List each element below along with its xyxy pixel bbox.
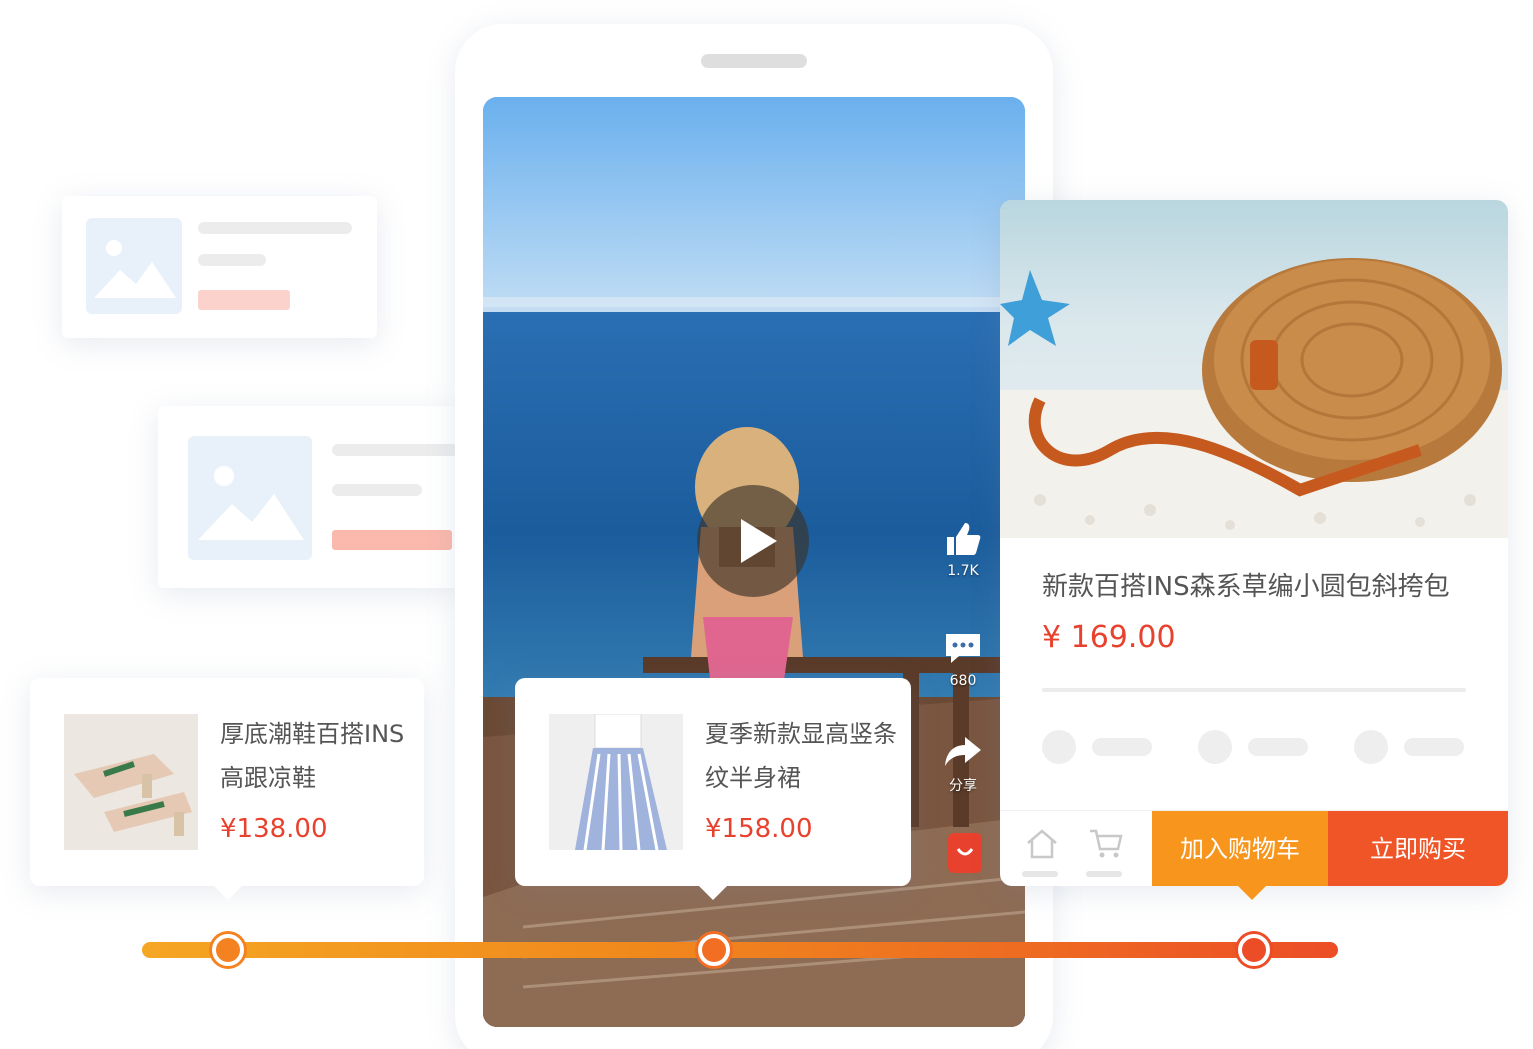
timeline-marker[interactable] <box>698 934 730 966</box>
cart-button[interactable] <box>1086 825 1126 877</box>
product-name: 夏季新款显高竖条纹半身裙 <box>705 720 897 792</box>
thumbs-up-icon <box>947 523 981 555</box>
product-price: ¥158.00 <box>705 814 813 844</box>
sandal-product-image <box>64 714 198 850</box>
shop-bag-button[interactable] <box>948 833 982 873</box>
callout-pointer <box>214 886 242 900</box>
image-placeholder-icon <box>188 436 312 560</box>
image-placeholder-icon <box>86 218 182 314</box>
placeholder-card-2 <box>158 406 458 588</box>
placeholder-line <box>198 222 352 234</box>
comment-icon <box>946 634 980 663</box>
placeholder-text <box>1404 738 1464 756</box>
placeholder-text <box>1092 738 1152 756</box>
placeholder-text <box>1248 738 1308 756</box>
video-timeline[interactable] <box>142 934 1338 966</box>
placeholder-card-1 <box>62 196 377 338</box>
shopping-bag-icon <box>956 848 974 856</box>
shopping-cart-icon <box>1090 829 1123 858</box>
buy-now-button[interactable]: 立即购买 <box>1328 811 1508 886</box>
comment-action[interactable]: 680 <box>943 631 983 689</box>
phone-frame: 1.7K 680 分享 <box>455 24 1053 1049</box>
share-action[interactable]: 分享 <box>943 733 983 795</box>
like-action[interactable]: 1.7K <box>943 521 983 579</box>
callout-pointer <box>1238 886 1266 900</box>
home-icon <box>1027 829 1057 859</box>
placeholder-line <box>332 484 422 496</box>
placeholder-line <box>332 444 458 456</box>
placeholder-avatar <box>1354 730 1388 764</box>
placeholder-price <box>198 290 290 310</box>
play-button[interactable] <box>697 485 809 597</box>
product-price: ¥138.00 <box>220 814 328 844</box>
placeholder-avatar <box>1042 730 1076 764</box>
product-card[interactable]: 厚底潮鞋百搭INS高跟凉鞋 ¥138.00 <box>30 678 424 900</box>
add-to-cart-button[interactable]: 加入购物车 <box>1152 811 1328 886</box>
purchase-bar: 加入购物车 立即购买 <box>1000 810 1508 886</box>
share-icon <box>945 737 981 766</box>
home-button[interactable] <box>1022 825 1062 877</box>
play-icon <box>741 519 777 563</box>
placeholder-price <box>332 530 452 550</box>
callout-pointer <box>699 886 727 900</box>
divider <box>1042 688 1466 692</box>
detail-product-title: 新款百搭INS森系草编小圆包斜挎包 <box>1042 572 1450 602</box>
detail-product-price: ¥ 169.00 <box>1042 620 1176 655</box>
video-screen[interactable]: 1.7K 680 分享 <box>483 97 1025 1027</box>
product-detail-card: 新款百搭INS森系草编小圆包斜挎包 ¥ 169.00 加入购物车 立即购买 <box>1000 200 1508 886</box>
phone-speaker <box>701 54 807 68</box>
share-label: 分享 <box>949 778 977 794</box>
comment-count: 680 <box>949 673 977 689</box>
placeholder-avatar <box>1198 730 1232 764</box>
skirt-product-image <box>549 714 683 850</box>
timeline-marker[interactable] <box>212 934 244 966</box>
product-card[interactable]: 夏季新款显高竖条纹半身裙 ¥158.00 <box>515 678 911 900</box>
timeline-marker[interactable] <box>1238 934 1270 966</box>
product-name: 厚底潮鞋百搭INS高跟凉鞋 <box>220 720 405 792</box>
like-count: 1.7K <box>947 563 979 579</box>
rattan-bag-image <box>1000 200 1508 538</box>
placeholder-line <box>198 254 266 266</box>
